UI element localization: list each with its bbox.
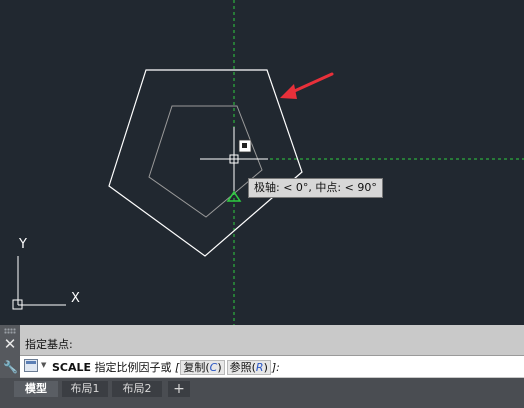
command-line-grip[interactable]: ✕ 🔧 (0, 325, 20, 378)
autocad-window: Y X 极轴: < 0°, 中点: < 90° ✕ 🔧 指定基点: ▼ SCAL… (0, 0, 524, 408)
tab-model[interactable]: 模型 (14, 381, 58, 397)
annotation-arrow-head (280, 84, 297, 99)
ucs-x-label: X (71, 291, 80, 306)
inner-pentagon-preview (148, 105, 263, 218)
cursor-badge-inner (242, 143, 247, 148)
outer-pentagon[interactable] (108, 69, 303, 257)
command-prompt-text: 指定比例因子或 (94, 361, 172, 374)
annotation-arrow-shaft (288, 72, 334, 95)
layout-tabs: 模型 布局1 布局2 + (0, 378, 524, 408)
command-line-panel: ✕ 🔧 指定基点: ▼ SCALE 指定比例因子或 [复制(C) 参照(R)]: (0, 325, 524, 378)
tab-layout2[interactable]: 布局2 (112, 381, 162, 397)
grip-dots-icon (4, 328, 16, 334)
ucs-y-label: Y (18, 237, 27, 252)
drawing-canvas[interactable]: Y X 极轴: < 0°, 中点: < 90° (0, 0, 524, 325)
tab-layout1[interactable]: 布局1 (62, 381, 108, 397)
command-icon[interactable] (24, 359, 38, 372)
option-reference-key: R (255, 361, 264, 374)
option-reference[interactable]: 参照(R) (226, 360, 271, 375)
wrench-icon[interactable]: 🔧 (3, 360, 18, 374)
polar-tracking-tooltip: 极轴: < 0°, 中点: < 90° (248, 178, 383, 198)
chevron-down-icon[interactable]: ▼ (41, 361, 46, 369)
command-name: SCALE (52, 361, 92, 374)
drawing-svg: Y X (12, 0, 524, 325)
option-reference-label: 参照 (229, 361, 252, 374)
option-copy-key: C (209, 361, 218, 374)
option-copy[interactable]: 复制(C) (180, 360, 225, 375)
option-copy-label: 复制 (183, 361, 206, 374)
bracket-open: [ (175, 361, 180, 374)
close-icon[interactable]: ✕ (3, 337, 17, 352)
bracket-close: ]: (271, 361, 280, 374)
add-layout-button[interactable]: + (168, 381, 190, 397)
command-prompt: SCALE 指定比例因子或 [复制(C) 参照(R)]: (52, 359, 280, 375)
history-line: 指定基点: (25, 338, 73, 351)
command-history: 指定基点: (20, 325, 524, 355)
command-input[interactable]: ▼ SCALE 指定比例因子或 [复制(C) 参照(R)]: (20, 355, 524, 377)
